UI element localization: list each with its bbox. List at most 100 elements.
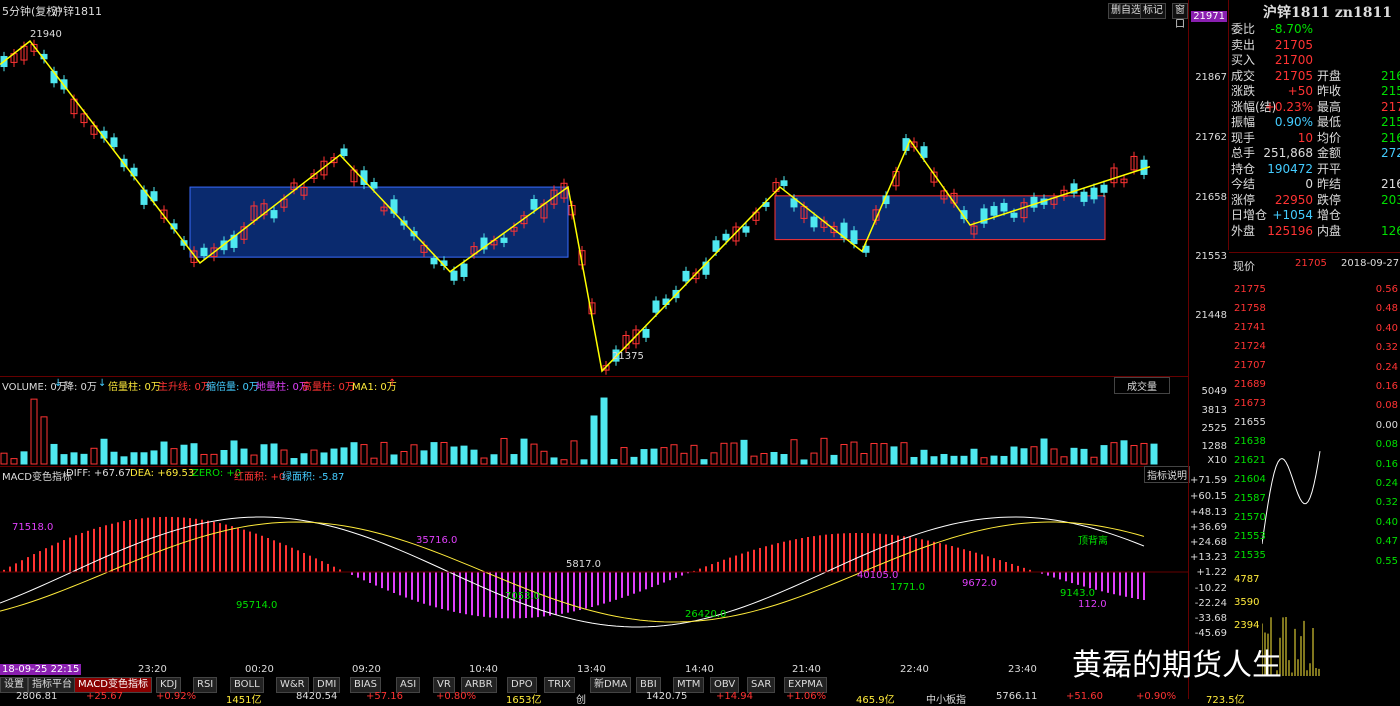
macd-tick: -33.68 [1194, 613, 1227, 624]
volume-bar [1080, 448, 1088, 465]
now-price: 21705 [1295, 258, 1327, 269]
intraday-pct-tick: 0.56 [1375, 284, 1398, 295]
intraday-price-tick: 21707 [1234, 360, 1266, 371]
volume-tick: 1288 [1201, 441, 1227, 452]
quote-row: 涨跌 +50 昨收 215 [1231, 84, 1400, 99]
volume-bar [60, 454, 68, 465]
quote-label: 内盘 [1317, 223, 1342, 238]
candle-body [340, 148, 348, 157]
volume-bar [910, 456, 918, 465]
volume-bar [900, 442, 908, 465]
volume-bar [420, 450, 428, 465]
price-tick: 21867 [1195, 72, 1227, 83]
quote-label: 成交 [1231, 68, 1256, 83]
now-label: 现价 [1233, 260, 1255, 273]
mark-button[interactable]: 标记 [1140, 3, 1166, 19]
intraday-pct-tick: 0.55 [1375, 555, 1398, 567]
volume-bar [0, 452, 8, 465]
quote-label: 均价 [1317, 130, 1342, 145]
volume-bar [870, 442, 878, 465]
volume-bar [380, 441, 388, 465]
volume-bar [1130, 445, 1138, 465]
legend-main-up: 主升线: 0万 [158, 382, 211, 393]
volume-bar [100, 438, 108, 465]
quote-value: 21705 [1274, 37, 1313, 52]
volume-bar [470, 449, 478, 465]
macd-annotation: 9143.0 [1060, 588, 1095, 599]
volume-bar [280, 449, 288, 465]
divider [0, 466, 1188, 467]
quote-label: 涨停 [1231, 192, 1256, 207]
volume-bar [770, 451, 778, 465]
quote-row: 成交 21705 开盘 216 [1231, 69, 1400, 84]
candle-body [1000, 202, 1008, 212]
volume-bar [40, 416, 48, 465]
remove-watchlist-button[interactable]: 删自选 [1108, 3, 1144, 19]
intraday-pct-tick: 0.24 [1375, 478, 1398, 489]
volume-bar [160, 441, 168, 465]
volume-bar [970, 448, 978, 465]
quote-value: 190472 [1267, 161, 1313, 176]
intraday-pct-tick: 0.16 [1375, 381, 1398, 392]
volume-bar [310, 449, 318, 465]
intraday-pct-tick: 0.32 [1375, 342, 1398, 354]
volume-tick: X10 [1207, 455, 1227, 466]
volume-bar [190, 443, 198, 465]
volume-bar [550, 457, 558, 465]
window-button[interactable]: 窗口 [1172, 3, 1188, 30]
quote-label: 增仓 [1317, 208, 1342, 222]
quote-row: 涨停 22950 跌停 203 [1231, 193, 1400, 208]
intraday-pct-tick: 0.16 [1375, 458, 1398, 470]
status-value: +0.90% [1136, 691, 1177, 702]
intraday-pct-tick: 0.08 [1375, 400, 1398, 412]
intraday-pct-tick: 0.32 [1375, 497, 1398, 509]
volume-bar [390, 454, 398, 465]
macd-annotation: 7053.0 [505, 591, 540, 602]
volume-selector[interactable]: 成交量 [1114, 377, 1170, 394]
volume-bar [700, 459, 708, 465]
status-value: +14.94 [716, 691, 754, 702]
intraday-chart [1262, 451, 1321, 676]
volume-bar [20, 451, 28, 465]
volume-bar [540, 450, 548, 465]
volume-bar [110, 451, 118, 465]
candle-body [390, 199, 398, 214]
volume-bar [730, 442, 738, 465]
high-price-label: 21940 [30, 29, 62, 40]
legend-double: 倍量柱: 0万 [108, 382, 161, 393]
candle-body [270, 210, 278, 219]
intraday-pct-tick: 0.48 [1375, 303, 1398, 315]
volume-bar [800, 459, 808, 465]
candle-body [712, 240, 720, 252]
volume-bar [1020, 448, 1028, 465]
volume-bar [370, 457, 378, 465]
volume-bar [1150, 443, 1158, 465]
intraday-price-tick: 21741 [1234, 322, 1266, 333]
volume-bar [210, 453, 218, 465]
quote-value: 1266 [1381, 223, 1400, 238]
legend-arrow: ↓ [54, 378, 63, 389]
intraday-pct-tick: 0.40 [1375, 322, 1398, 334]
candle-body [1090, 187, 1098, 200]
macd-legend: MACD变色指标 DIFF: +67.67 DEA: +69.53 ZERO: … [2, 468, 1142, 483]
intraday-price-tick: 21535 [1234, 550, 1266, 561]
volume-bar [1140, 442, 1148, 465]
candlestick-area [0, 39, 1151, 375]
intraday-price-tick: 21775 [1234, 284, 1266, 295]
intraday-pct-tick: 0.24 [1375, 361, 1398, 373]
candle-body [1080, 191, 1088, 202]
volume-bar [200, 453, 208, 465]
divider [1229, 252, 1400, 253]
quote-value: 0.90% [1274, 115, 1313, 129]
volume-bar [90, 447, 98, 465]
quote-value: 125196 [1267, 223, 1313, 238]
quote-label: 开平 [1317, 161, 1342, 176]
indicator-help-button[interactable]: 指标说明 [1144, 466, 1190, 483]
volume-bar [850, 441, 858, 465]
quote-label: 买入 [1231, 53, 1256, 67]
legend-arrow: ↓ [98, 378, 107, 389]
volume-bar [350, 442, 358, 465]
macd-annotation: 26420.0 [685, 609, 727, 620]
macd-tick: +48.13 [1189, 507, 1227, 518]
macd-annotation: 9672.0 [962, 578, 997, 589]
